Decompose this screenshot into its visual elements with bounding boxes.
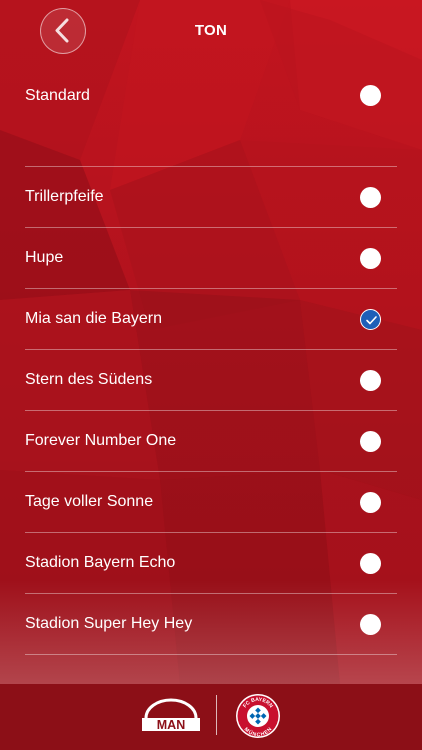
option-label: Stadion Bayern Echo — [25, 554, 176, 571]
radio-button[interactable] — [360, 248, 381, 269]
option-hupe[interactable]: Hupe — [25, 228, 397, 289]
man-logo: MAN — [142, 698, 200, 732]
page-title: TON — [194, 22, 228, 39]
option-label: Hupe — [25, 249, 64, 266]
option-trillerpfeife[interactable]: Trillerpfeife — [25, 167, 397, 228]
option-label: Tage voller Sonne — [25, 493, 154, 510]
option-label: Trillerpfeife — [25, 188, 104, 205]
option-stadion-bayern-echo[interactable]: Stadion Bayern Echo — [25, 533, 397, 594]
radio-button[interactable] — [360, 85, 381, 106]
check-icon — [366, 316, 377, 325]
fc-bayern-logo: FC BAYERN MÜNCHEN — [236, 694, 280, 738]
radio-button[interactable] — [360, 614, 381, 635]
option-label: Standard — [25, 87, 90, 104]
logo-divider — [216, 695, 217, 735]
radio-button[interactable] — [360, 370, 381, 391]
option-label: Stadion Super Hey Hey — [25, 615, 193, 632]
man-logo-text: MAN — [157, 718, 185, 732]
option-mia-san-die-bayern[interactable]: Mia san die Bayern — [25, 289, 397, 350]
option-label: Forever Number One — [25, 432, 177, 449]
option-standard[interactable]: Standard — [25, 66, 397, 167]
radio-button[interactable] — [360, 553, 381, 574]
radio-button[interactable] — [360, 431, 381, 452]
footer-sponsor-bar: MAN FC BAYERN MÜNCHEN — [0, 684, 422, 750]
sound-options-list: Standard Trillerpfeife Hupe Mia san die … — [25, 66, 397, 655]
radio-button[interactable] — [360, 309, 381, 330]
screen: TON Standard Trillerpfeife Hupe Mia san … — [0, 0, 422, 750]
radio-button[interactable] — [360, 187, 381, 208]
option-label: Mia san die Bayern — [25, 310, 162, 327]
option-label: Stern des Südens — [25, 371, 153, 388]
option-stern-des-suedens[interactable]: Stern des Südens — [25, 350, 397, 411]
option-forever-number-one[interactable]: Forever Number One — [25, 411, 397, 472]
option-stadion-super-hey-hey[interactable]: Stadion Super Hey Hey — [25, 594, 397, 655]
option-tage-voller-sonne[interactable]: Tage voller Sonne — [25, 472, 397, 533]
radio-button[interactable] — [360, 492, 381, 513]
header: TON — [0, 0, 422, 66]
